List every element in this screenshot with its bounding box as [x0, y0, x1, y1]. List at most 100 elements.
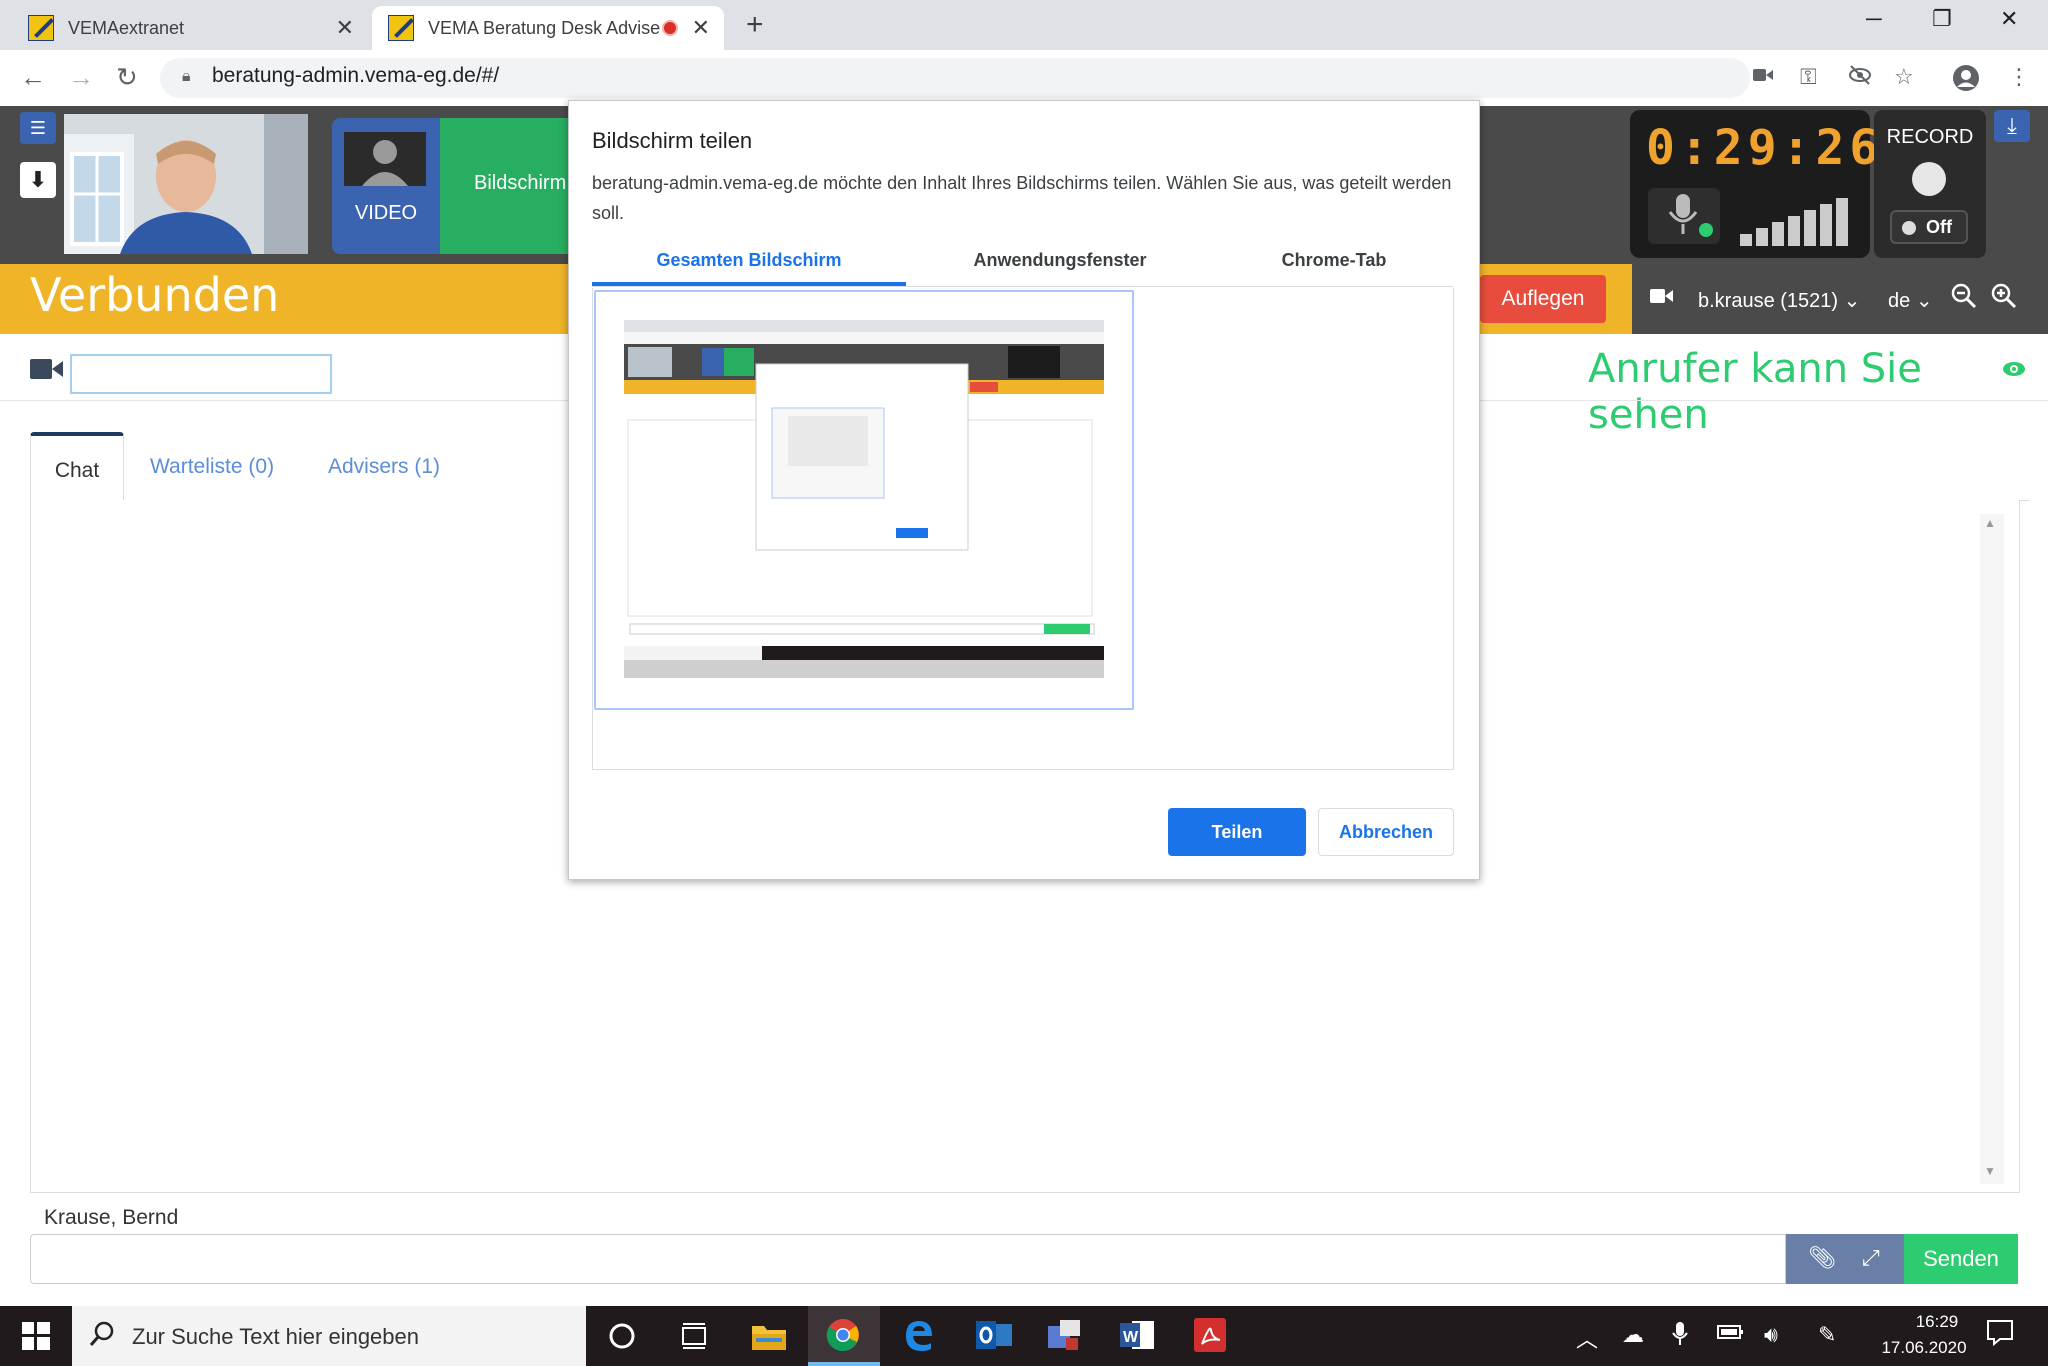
url-text[interactable]: beratung-admin.vema-eg.de/#/ [212, 64, 499, 88]
record-button[interactable] [1912, 162, 1946, 196]
tab-title: VEMA Beratung Desk Advise [428, 17, 661, 38]
camera-name-input[interactable] [70, 354, 332, 394]
tab-warteliste[interactable]: Warteliste (0) [150, 432, 274, 500]
user-select-value: b.krause (1521) [1698, 290, 1839, 312]
video-button[interactable]: VIDEO [332, 118, 440, 254]
user-avatar-icon [344, 132, 426, 186]
camera-permission-icon[interactable] [1752, 64, 1774, 86]
lock-icon[interactable]: 🔒︎ [182, 68, 191, 86]
browser-tab-vemaextranet[interactable]: VEMAextranet ✕ [12, 6, 368, 50]
hangup-button[interactable]: Auflegen [1480, 275, 1606, 323]
chat-actions-group: 📎︎ ⤢ [1786, 1234, 1904, 1284]
record-toggle-label: Off [1926, 217, 1952, 237]
chevron-down-icon: ⌄ [1915, 290, 1933, 312]
zoom-out-icon[interactable] [1950, 282, 1978, 310]
screen-share-label: Bildschirm [474, 172, 567, 194]
taskbar-active-underline [808, 1362, 880, 1366]
word-icon[interactable]: W [1120, 1318, 1154, 1352]
user-select[interactable]: b.krause (1521) ⌄ [1698, 288, 1860, 313]
taskbar-search-placeholder: Zur Suche Text hier eingeben [132, 1324, 419, 1349]
language-value: de [1888, 290, 1911, 312]
tab-advisers[interactable]: Advisers (1) [328, 432, 440, 500]
bookmark-star-icon[interactable]: ☆ [1894, 64, 1914, 90]
file-explorer-icon[interactable] [752, 1320, 786, 1350]
acrobat-icon[interactable] [1194, 1318, 1226, 1352]
eye-off-icon[interactable] [1848, 64, 1872, 86]
language-select[interactable]: de ⌄ [1888, 288, 1933, 313]
zoom-in-icon[interactable] [1990, 282, 2018, 310]
video-label: VIDEO [354, 202, 418, 224]
record-label: RECORD [1886, 126, 1974, 148]
onedrive-sync-icon[interactable]: ☁︎ [1622, 1322, 1644, 1348]
tab-close-icon[interactable]: ✕ [336, 15, 354, 41]
new-tab-icon[interactable]: + [746, 8, 764, 42]
webcam-preview [64, 114, 308, 254]
volume-icon[interactable]: 🔊︎ [1764, 1322, 1778, 1348]
send-button[interactable]: Senden [1904, 1234, 2018, 1284]
vema-favicon [388, 15, 414, 41]
chat-message-input[interactable] [30, 1234, 1786, 1284]
screen-share-button[interactable]: Bildschirm [440, 118, 570, 254]
tab-chrome-tab[interactable]: Chrome-Tab [1214, 250, 1454, 286]
cancel-button[interactable]: Abbrechen [1318, 808, 1454, 856]
download-icon[interactable]: ⤓ [1994, 110, 2030, 142]
microphone-tray-icon[interactable] [1672, 1322, 1688, 1346]
tab-application-window[interactable]: Anwendungsfenster [906, 250, 1214, 286]
browser-tab-beratung-desk[interactable]: VEMA Beratung Desk Advise ✕ [372, 6, 724, 50]
windows-start-icon[interactable] [22, 1322, 50, 1350]
expand-icon[interactable]: ⤢ [1862, 1245, 1880, 1271]
reload-icon[interactable]: ↻ [116, 62, 138, 93]
edge-icon[interactable] [902, 1318, 934, 1352]
record-toggle[interactable]: Off [1890, 210, 1968, 244]
chat-author-name: Krause, Bernd [44, 1206, 179, 1229]
app-tools-icon[interactable] [1046, 1318, 1082, 1352]
scroll-down-icon[interactable]: ▼ [1984, 1164, 1996, 1178]
tab-close-icon[interactable]: ✕ [692, 15, 710, 41]
eye-icon [2002, 360, 2026, 378]
audio-level-meter [1738, 196, 1858, 246]
svg-text:W: W [1123, 1329, 1139, 1346]
outlook-icon[interactable] [976, 1318, 1012, 1352]
chrome-icon[interactable] [826, 1318, 860, 1352]
vema-favicon [28, 15, 54, 41]
video-camera-icon [30, 356, 64, 382]
pen-icon[interactable]: ✎ [1818, 1322, 1836, 1348]
browser-menu-icon[interactable]: ⋮ [2008, 64, 2030, 90]
microphone-icon[interactable] [1648, 188, 1720, 244]
chevron-down-icon: ⌄ [1843, 290, 1861, 312]
notification-center-icon[interactable] [1986, 1318, 2014, 1346]
window-close-icon[interactable]: ✕ [2000, 6, 2018, 32]
share-button[interactable]: Teilen [1168, 808, 1306, 856]
battery-icon[interactable] [1716, 1322, 1744, 1342]
active-tab-indicator [592, 282, 906, 286]
toggle-knob [1902, 221, 1916, 235]
minimize-icon[interactable]: ─ [1866, 6, 1882, 32]
taskbar-clock-date[interactable]: 17.06.2020 [1870, 1338, 1978, 1358]
paperclip-icon[interactable]: 📎︎ [1808, 1245, 1836, 1271]
search-icon [88, 1320, 116, 1348]
tray-overflow-icon[interactable]: ︿ [1576, 1322, 1598, 1354]
restore-icon[interactable]: ❐ [1932, 6, 1952, 32]
connection-status: Verbunden [30, 268, 280, 322]
cortana-icon[interactable] [608, 1322, 636, 1350]
forward-icon[interactable]: → [68, 62, 94, 93]
tab-entire-screen[interactable]: Gesamten Bildschirm [592, 250, 906, 286]
visibility-status: Anrufer kann Sie sehen [1588, 346, 1922, 438]
back-icon[interactable]: ← [20, 62, 46, 93]
dialog-message: beratung-admin.vema-eg.de möchte den Inh… [592, 173, 1452, 223]
key-icon[interactable]: ⚿ [1800, 64, 1817, 90]
screen-thumbnail-preview [624, 320, 1104, 678]
tab-chat[interactable]: Chat [30, 432, 124, 502]
settings-sliders-icon[interactable]: ☰ [20, 112, 56, 144]
camera-icon[interactable] [1650, 286, 1674, 306]
download-arrow-icon[interactable]: ⬇ [20, 162, 56, 198]
call-timer: 0:29:26 [1646, 120, 1884, 176]
taskbar-clock-time[interactable]: 16:29 [1896, 1312, 1978, 1332]
recording-indicator-icon [662, 20, 678, 36]
scroll-up-icon[interactable]: ▲ [1984, 516, 1996, 530]
dialog-title: Bildschirm teilen [592, 128, 753, 153]
profile-icon[interactable] [1952, 64, 1980, 92]
chat-scrollbar[interactable] [1980, 514, 2004, 1184]
task-view-icon[interactable] [680, 1322, 708, 1350]
tab-title: VEMAextranet [68, 17, 185, 38]
